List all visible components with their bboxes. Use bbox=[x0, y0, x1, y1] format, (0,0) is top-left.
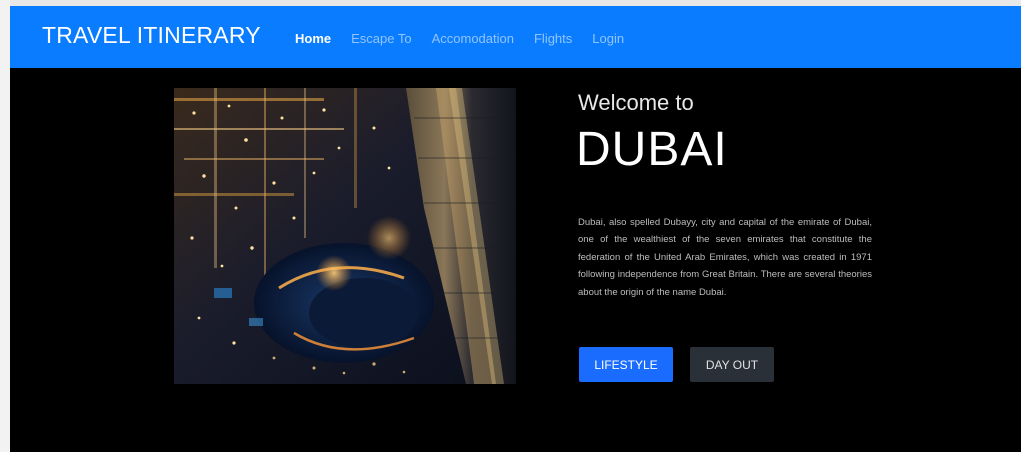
nav-link-escape-to[interactable]: Escape To bbox=[351, 31, 411, 46]
nav-link-home[interactable]: Home bbox=[295, 31, 331, 46]
window-left-edge bbox=[0, 0, 10, 452]
nav-link-login[interactable]: Login bbox=[592, 31, 624, 46]
navbar: TRAVEL ITINERARY Home Escape To Accomoda… bbox=[10, 6, 1021, 68]
nav-link-accomodation[interactable]: Accomodation bbox=[432, 31, 514, 46]
nav-link-flights[interactable]: Flights bbox=[534, 31, 572, 46]
lifestyle-button[interactable]: LIFESTYLE bbox=[579, 347, 673, 382]
page-viewport: TRAVEL ITINERARY Home Escape To Accomoda… bbox=[10, 6, 1021, 452]
brand-title[interactable]: TRAVEL ITINERARY bbox=[42, 22, 261, 49]
city-night-aerial-image bbox=[174, 88, 516, 384]
city-description: Dubai, also spelled Dubayy, city and cap… bbox=[578, 216, 872, 298]
city-title: DUBAI bbox=[576, 123, 728, 176]
day-out-button[interactable]: DAY OUT bbox=[690, 347, 774, 382]
welcome-heading: Welcome to bbox=[578, 90, 694, 115]
city-night-aerial-svg bbox=[174, 88, 516, 384]
nav-links: Home Escape To Accomodation Flights Logi… bbox=[295, 31, 624, 46]
